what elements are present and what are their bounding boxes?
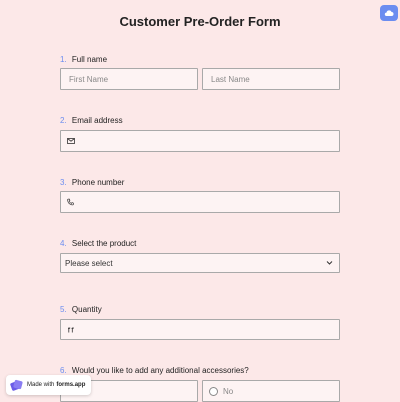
forms-app-logo-icon (10, 379, 23, 392)
quantity-input[interactable] (60, 319, 340, 340)
number-icon (67, 326, 76, 333)
badge-prefix: Made with (27, 382, 55, 388)
question-label: Would you like to add any additional acc… (71, 366, 249, 375)
form-title: Customer Pre-Order Form (119, 14, 281, 29)
radio-circle (209, 386, 218, 396)
phone-icon (67, 198, 74, 206)
question-phone: 3. Phone number (60, 178, 124, 187)
question-email: 2. Email address (60, 116, 123, 125)
made-with-badge[interactable]: Made with forms.app (6, 375, 92, 395)
phone-input[interactable] (60, 191, 340, 213)
accessories-option-no[interactable]: No (202, 380, 340, 402)
question-label: Phone number (71, 178, 125, 187)
question-label: Full name (71, 55, 108, 64)
question-label: Email address (71, 116, 123, 125)
question-label: Select the product (71, 239, 137, 248)
cloud-icon (384, 9, 394, 17)
question-number: 5. (60, 305, 67, 314)
email-input[interactable] (60, 130, 340, 152)
question-number: 4. (60, 239, 67, 248)
question-number: 1. (60, 55, 67, 64)
cloud-button[interactable] (380, 5, 398, 21)
product-select-value: Please select (65, 258, 113, 268)
first-name-placeholder: First Name (69, 74, 109, 84)
question-label: Quantity (71, 305, 102, 314)
question-product: 4. Select the product (60, 239, 136, 248)
question-number: 3. (60, 178, 67, 187)
mail-icon (67, 138, 75, 144)
question-quantity: 5. Quantity (60, 305, 102, 314)
question-full-name: 1. Full name (60, 55, 107, 64)
chevron-down-icon (326, 261, 333, 266)
question-number: 2. (60, 116, 67, 125)
question-number: 6. (60, 366, 67, 375)
last-name-placeholder: Last Name (211, 74, 250, 84)
badge-brand: forms.app (56, 382, 86, 388)
question-accessories: 6. Would you like to add any additional … (60, 366, 249, 375)
first-name-input[interactable]: First Name (60, 68, 198, 90)
product-select[interactable]: Please select (60, 253, 340, 273)
option-label: No (223, 386, 234, 396)
last-name-input[interactable]: Last Name (202, 68, 340, 90)
